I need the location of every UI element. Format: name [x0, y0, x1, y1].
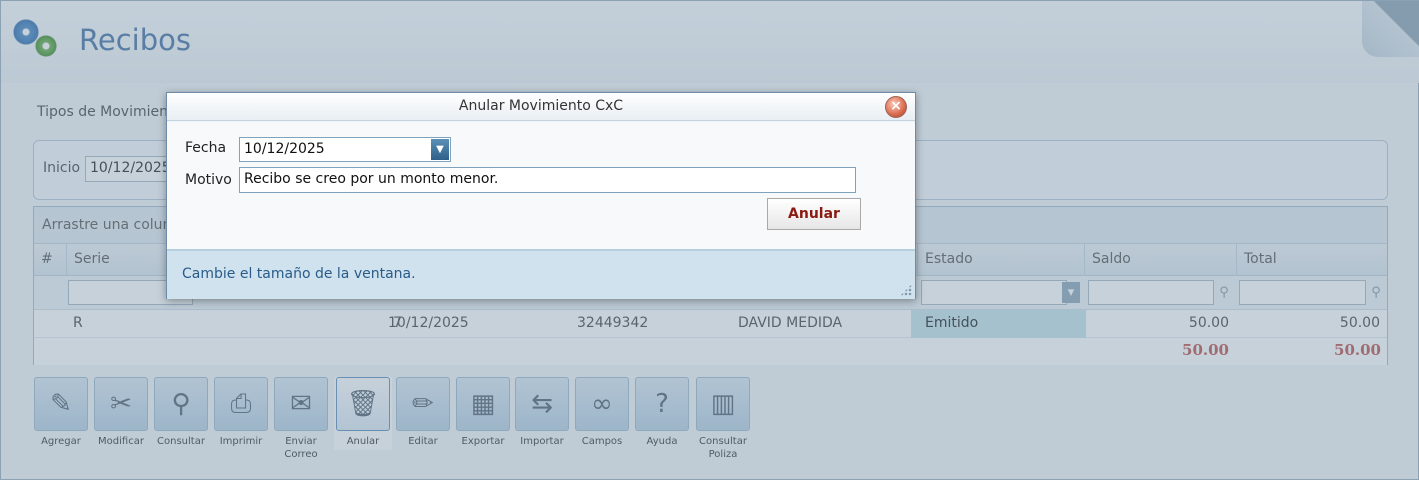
close-icon[interactable]: ×: [885, 96, 907, 118]
void-movement-dialog: Anular Movimiento CxC × Fecha 10/12/2025…: [166, 92, 916, 299]
dialog-footer: Cambie el tamaño de la ventana.: [167, 249, 915, 299]
dialog-body: Fecha 10/12/2025 ▼ Motivo Recibo se creo…: [167, 122, 915, 249]
motivo-label: Motivo: [185, 172, 232, 188]
fecha-label: Fecha: [185, 140, 227, 156]
motivo-input[interactable]: Recibo se creo por un monto menor.: [239, 167, 856, 193]
fecha-date-picker[interactable]: 10/12/2025 ▼: [239, 137, 451, 162]
resize-hint: Cambie el tamaño de la ventana.: [182, 266, 416, 282]
chevron-down-icon[interactable]: ▼: [431, 139, 449, 160]
anular-button[interactable]: Anular: [767, 198, 861, 230]
resize-grip-icon[interactable]: [900, 284, 912, 296]
dialog-titlebar[interactable]: Anular Movimiento CxC ×: [167, 93, 915, 121]
fecha-value: 10/12/2025: [244, 141, 325, 157]
dialog-title: Anular Movimiento CxC: [458, 98, 624, 114]
